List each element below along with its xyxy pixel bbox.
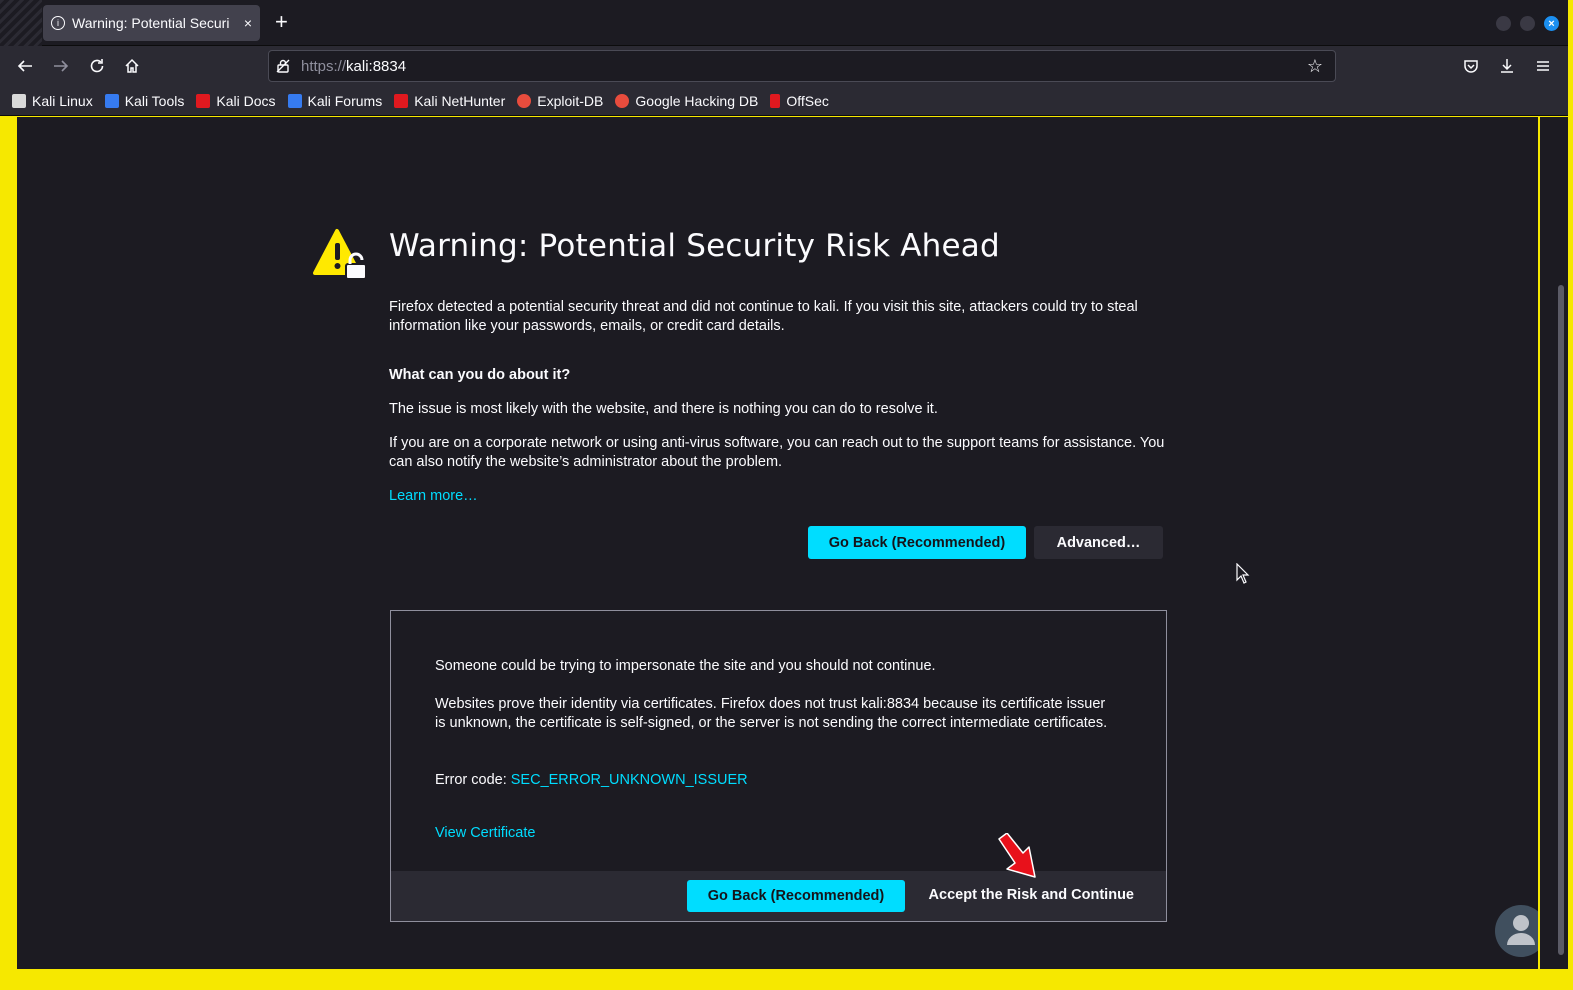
- watermark-logo: [1495, 905, 1538, 957]
- person-icon: [1507, 915, 1535, 945]
- close-window-button[interactable]: ×: [1544, 16, 1559, 31]
- bookmark-star-icon[interactable]: ☆: [1307, 56, 1323, 77]
- bookmark-kali-docs[interactable]: Kali Docs: [196, 93, 276, 109]
- exploit-db-icon: [517, 93, 532, 108]
- impersonate-text: Someone could be trying to impersonate t…: [435, 658, 936, 674]
- bookmark-kali-tools[interactable]: Kali Tools: [104, 93, 184, 109]
- certificate-explanation: Websites prove their identity via certif…: [435, 696, 1108, 731]
- home-icon[interactable]: [120, 54, 144, 78]
- bookmark-exploit-db[interactable]: Exploit-DB: [517, 93, 603, 109]
- scrollbar-thumb[interactable]: [1558, 285, 1564, 955]
- bookmarks-toolbar: Kali Linux Kali Tools Kali Docs Kali For…: [0, 86, 1568, 116]
- annotation-arrow-icon: [998, 833, 1036, 878]
- ghdb-icon: [615, 93, 630, 108]
- tab-active[interactable]: i Warning: Potential Securi ×: [43, 5, 260, 41]
- mouse-cursor-icon: [1236, 563, 1250, 584]
- maximize-button[interactable]: [1520, 16, 1535, 31]
- advanced-panel: Someone could be trying to impersonate t…: [390, 610, 1167, 922]
- new-tab-button[interactable]: +: [275, 11, 288, 33]
- page-content: Warning: Potential Security Risk Ahead F…: [17, 117, 1538, 969]
- kali-dragon-icon: [12, 93, 26, 108]
- kali-docs-icon: [196, 93, 211, 108]
- intro-text: Firefox detected a potential security th…: [389, 299, 1138, 334]
- hamburger-menu-icon[interactable]: [1531, 54, 1555, 78]
- advanced-button[interactable]: Advanced…: [1034, 526, 1163, 559]
- bookmark-google-hacking-db[interactable]: Google Hacking DB: [615, 93, 758, 109]
- lock-warning-icon[interactable]: [276, 59, 290, 73]
- bookmark-kali-nethunter[interactable]: Kali NetHunter: [394, 93, 505, 109]
- tab-strip: i Warning: Potential Securi × + ×: [0, 0, 1568, 46]
- what-can-you-do-heading: What can you do about it?: [389, 367, 571, 383]
- bookmark-kali-forums[interactable]: Kali Forums: [287, 93, 382, 109]
- go-back-button[interactable]: Go Back (Recommended): [808, 526, 1026, 559]
- bookmark-kali-linux[interactable]: Kali Linux: [12, 93, 93, 109]
- kali-tools-icon: [104, 93, 119, 108]
- accept-risk-button[interactable]: Accept the Risk and Continue: [929, 887, 1134, 903]
- learn-more-link[interactable]: Learn more…: [389, 488, 478, 504]
- kali-forums-icon: [287, 93, 302, 108]
- download-icon[interactable]: [1495, 54, 1519, 78]
- info-icon: i: [51, 16, 65, 30]
- error-code-link[interactable]: SEC_ERROR_UNKNOWN_ISSUER: [511, 772, 748, 788]
- window-corner-decoration: [0, 0, 42, 46]
- view-certificate-link[interactable]: View Certificate: [435, 825, 535, 841]
- reload-icon[interactable]: [85, 54, 109, 78]
- kali-nethunter-icon: [394, 93, 409, 108]
- tab-close-icon[interactable]: ×: [244, 15, 252, 31]
- pocket-icon[interactable]: [1459, 54, 1483, 78]
- error-code-label: Error code:: [435, 772, 511, 788]
- navigation-toolbar: https://kali:8834 ☆: [0, 46, 1568, 86]
- issue-text: The issue is most likely with the websit…: [389, 401, 938, 417]
- corporate-text: If you are on a corporate network or usi…: [389, 435, 1165, 470]
- url-text: https://kali:8834: [301, 58, 407, 75]
- bookmark-offsec[interactable]: OffSec: [770, 93, 829, 109]
- forward-arrow-icon[interactable]: [49, 54, 73, 78]
- advanced-panel-footer: Go Back (Recommended) Accept the Risk an…: [391, 871, 1166, 921]
- page-title: Warning: Potential Security Risk Ahead: [389, 228, 1000, 264]
- go-back-button-secondary[interactable]: Go Back (Recommended): [687, 880, 905, 912]
- url-bar[interactable]: https://kali:8834 ☆: [268, 50, 1336, 82]
- error-code-line: Error code: SEC_ERROR_UNKNOWN_ISSUER: [435, 771, 1115, 790]
- learn-more-wrapper: Learn more…: [389, 487, 1179, 506]
- warning-lock-icon: [313, 229, 367, 280]
- minimize-button[interactable]: [1496, 16, 1511, 31]
- offsec-icon: [770, 93, 781, 108]
- page-scrollbar[interactable]: [1540, 117, 1568, 969]
- back-arrow-icon[interactable]: [13, 54, 37, 78]
- tab-title: Warning: Potential Securi: [72, 15, 230, 31]
